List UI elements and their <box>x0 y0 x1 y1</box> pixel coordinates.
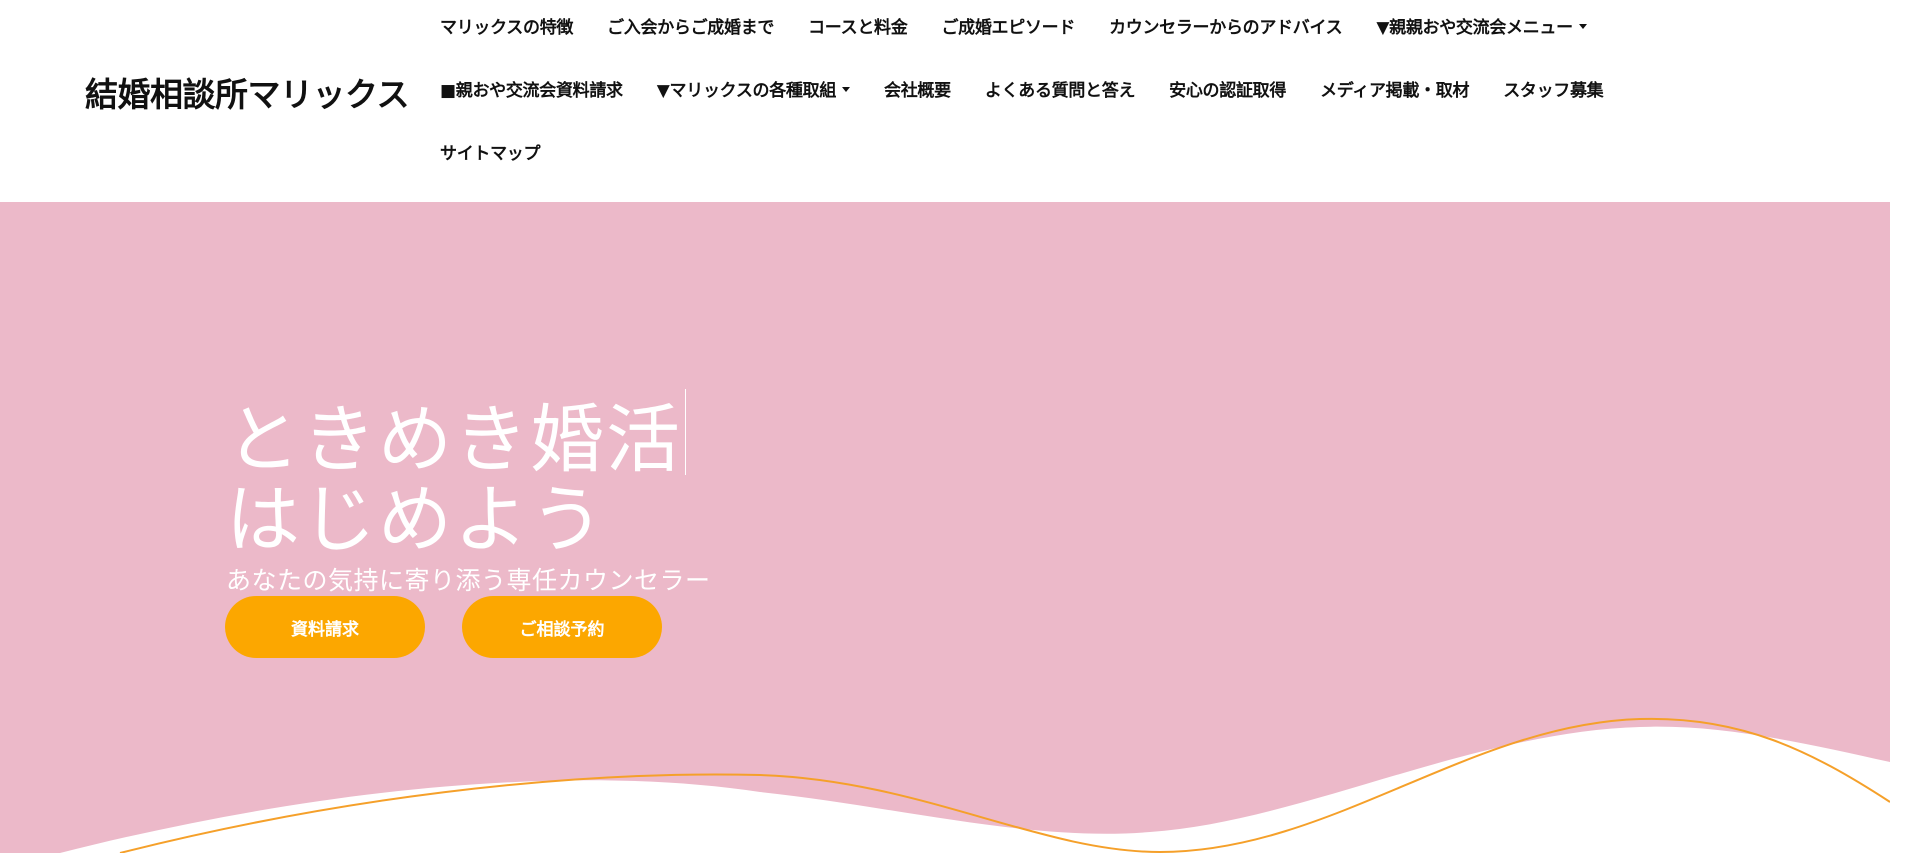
text-cursor <box>685 388 686 475</box>
nav-item-label: サイトマップ <box>440 143 541 164</box>
nav-row-3: サイトマップ <box>440 131 574 171</box>
nav-item-label: よくある質問と答え <box>984 80 1136 101</box>
nav-item-join-to-marriage[interactable]: ご入会からご成婚まで <box>607 13 774 38</box>
nav-item-media[interactable]: メディア掲載・取材 <box>1320 76 1469 101</box>
nav-item-label: コースと料金 <box>808 17 908 38</box>
nav-item-parents-event-menu[interactable]: ▼親親おや交流会メニュー <box>1376 13 1587 38</box>
hero-title-text-1: ときめき婚活 <box>226 396 682 483</box>
hero-title-line-1: ときめき婚活 <box>226 388 686 483</box>
hero-section: ときめき婚活 はじめよう あなたの気持に寄り添う専任カウンセラー 資料請求 ご相… <box>0 202 1890 853</box>
nav-item-label: ▼マリックスの各種取組 <box>656 80 837 101</box>
hero-title-line-2: はじめよう <box>226 476 606 563</box>
nav-item-label: ご入会からご成婚まで <box>607 17 775 38</box>
nav-item-label: カウンセラーからのアドバイス <box>1109 17 1343 38</box>
nav-item-certification[interactable]: 安心の認証取得 <box>1169 76 1286 101</box>
nav-item-parents-event-request[interactable]: ■親おや交流会資料請求 <box>440 76 623 101</box>
nav-item-recruitment[interactable]: スタッフ募集 <box>1503 76 1604 101</box>
caret-down-icon <box>1578 23 1587 29</box>
nav-item-faq[interactable]: よくある質問と答え <box>984 76 1136 101</box>
hero-title: ときめき婚活 はじめよう <box>226 388 686 563</box>
nav-item-label: メディア掲載・取材 <box>1320 80 1470 101</box>
nav-item-counselor-advice[interactable]: カウンセラーからのアドバイス <box>1109 13 1343 38</box>
request-materials-button[interactable]: 資料請求 <box>225 596 425 658</box>
nav-item-sitemap[interactable]: サイトマップ <box>440 139 541 164</box>
nav-item-initiatives[interactable]: ▼マリックスの各種取組 <box>656 76 851 101</box>
nav-row-2: ■親おや交流会資料請求 ▼マリックスの各種取組 会社概要 よくある質問と答え 安… <box>440 68 1637 108</box>
nav-item-label: ■親おや交流会資料請求 <box>440 80 623 101</box>
consultation-booking-button[interactable]: ご相談予約 <box>462 596 662 658</box>
nav-item-label: ▼親親おや交流会メニュー <box>1376 17 1573 38</box>
nav-item-features[interactable]: マリックスの特徴 <box>440 13 573 38</box>
caret-down-icon <box>842 86 851 92</box>
nav-item-label: 安心の認証取得 <box>1169 80 1287 101</box>
nav-item-company-profile[interactable]: 会社概要 <box>884 76 951 101</box>
site-logo[interactable]: 結婚相談所マリックス <box>85 68 410 116</box>
hero-wave-white-shape <box>0 726 1890 853</box>
nav-item-marriage-episodes[interactable]: ご成婚エピソード <box>941 13 1075 38</box>
nav-item-label: マリックスの特徴 <box>440 17 574 38</box>
nav-row-1: マリックスの特徴 ご入会からご成婚まで コースと料金 ご成婚エピソード カウンセ… <box>440 5 1621 45</box>
nav-item-label: 会社概要 <box>884 80 951 101</box>
nav-item-label: ご成婚エピソード <box>941 17 1076 38</box>
hero-subtitle: あなたの気持に寄り添う専任カウンセラー <box>226 566 711 595</box>
nav-item-label: スタッフ募集 <box>1503 80 1604 101</box>
nav-item-courses-pricing[interactable]: コースと料金 <box>808 13 908 38</box>
site-header: 結婚相談所マリックス マリックスの特徴 ご入会からご成婚まで コースと料金 ご成… <box>0 0 1890 202</box>
